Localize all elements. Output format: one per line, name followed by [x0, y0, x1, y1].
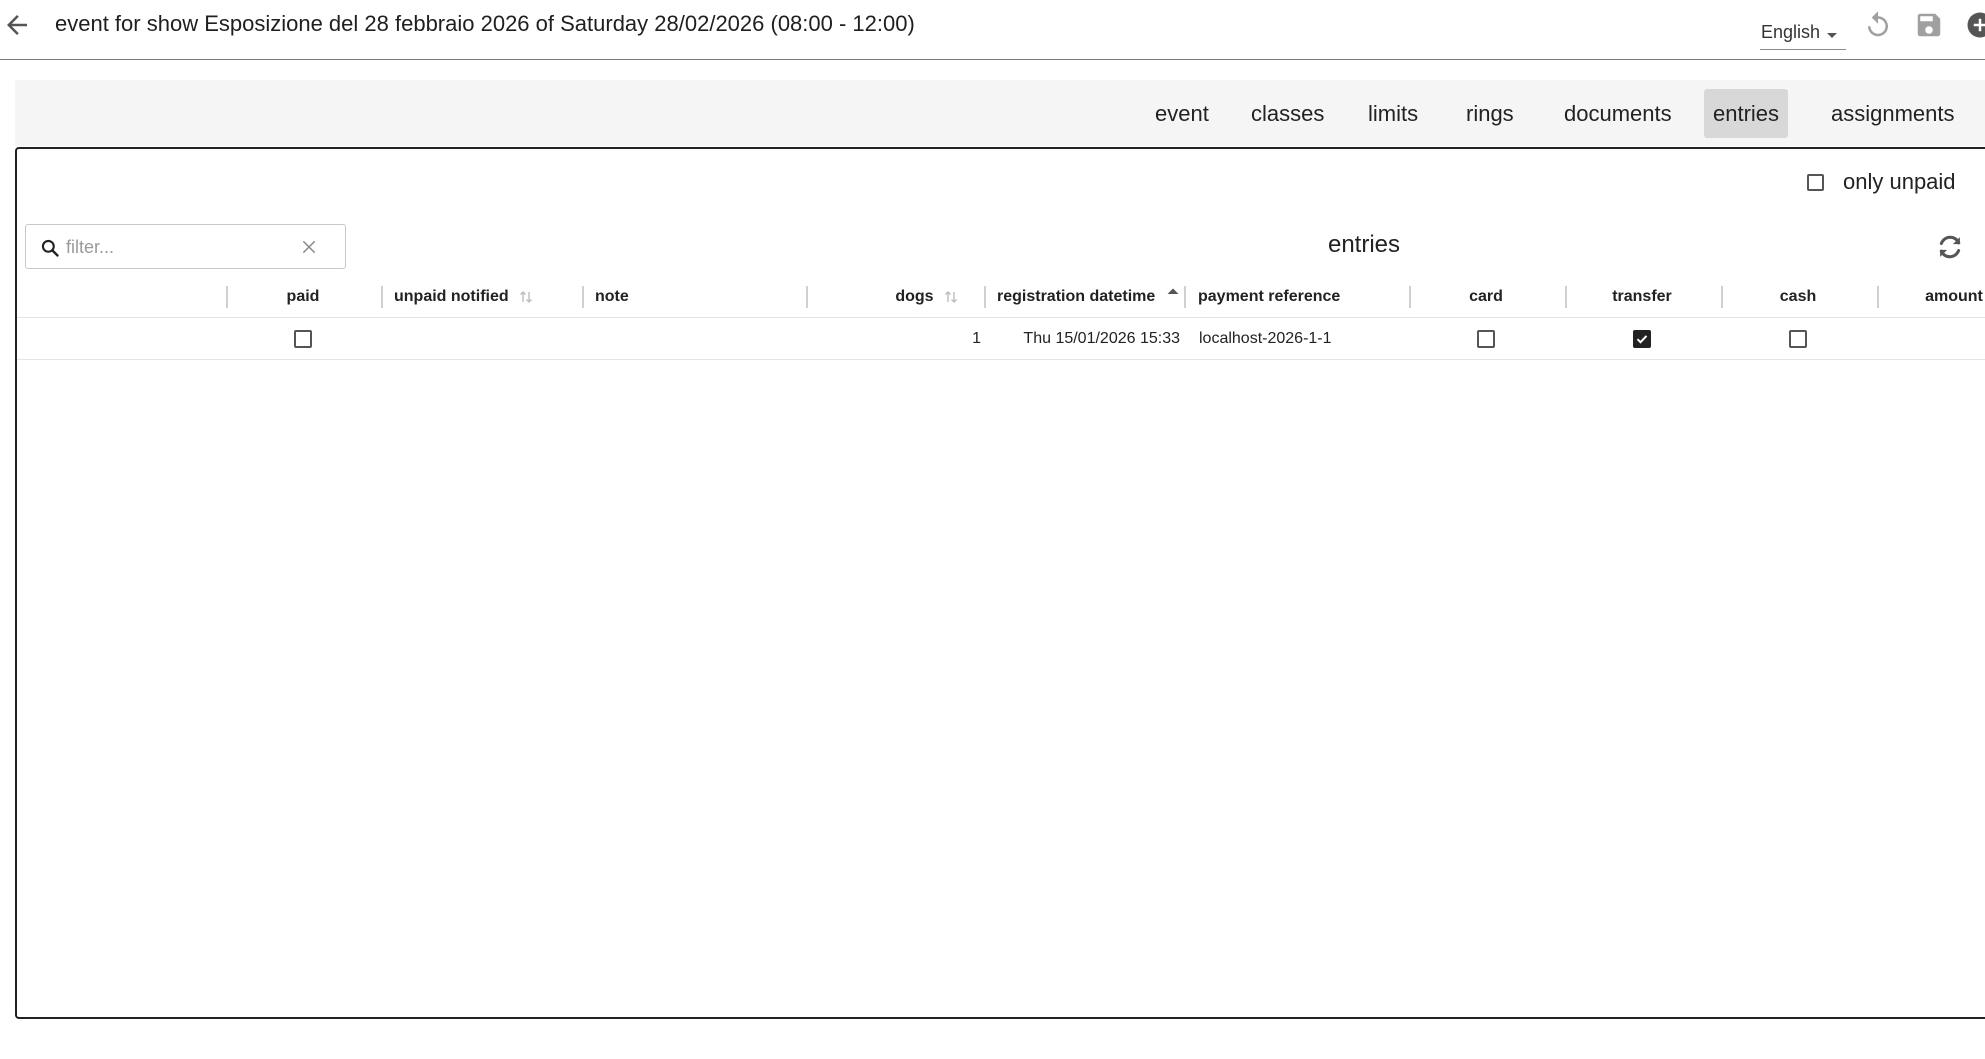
checkmark-icon: [1636, 334, 1648, 344]
column-header-card[interactable]: card: [1411, 278, 1561, 316]
table-row[interactable]: 1 Thu 15/01/2026 15:33 localhost-2026-1-…: [17, 320, 1985, 360]
add-circle-icon: [1967, 12, 1985, 38]
column-separator[interactable]: [582, 286, 584, 308]
cell-transfer: [1567, 320, 1717, 358]
tab-classes[interactable]: classes: [1242, 89, 1333, 138]
table-header: paid unpaid notified note dogs registrat…: [17, 278, 1985, 318]
column-header-label: note: [595, 288, 629, 305]
column-header-label: card: [1469, 288, 1503, 305]
column-header-label: registration datetime: [997, 288, 1156, 305]
filter-field[interactable]: [25, 224, 346, 269]
back-button[interactable]: [2, 10, 32, 40]
tab-documents[interactable]: documents: [1555, 89, 1681, 138]
cell-cash: [1723, 320, 1873, 358]
search-icon: [41, 239, 59, 257]
column-separator[interactable]: [1184, 286, 1186, 308]
sort-icon[interactable]: [944, 289, 958, 305]
column-header-dogs[interactable]: dogs: [808, 278, 958, 316]
cell-registration-datetime: Thu 15/01/2026 15:33: [1023, 330, 1180, 347]
only-unpaid-label: only unpaid: [1843, 169, 1956, 194]
tab-assignments[interactable]: assignments: [1822, 89, 1964, 138]
column-header-label: amount: [1925, 288, 1983, 305]
column-header-transfer[interactable]: transfer: [1567, 278, 1717, 316]
add-button[interactable]: [1965, 10, 1985, 40]
filter-input[interactable]: [64, 233, 298, 261]
cell-dogs: 1: [972, 330, 981, 347]
column-separator[interactable]: [984, 286, 986, 308]
grid-title: entries: [1327, 231, 1401, 258]
language-select[interactable]: English: [1760, 20, 1846, 50]
column-header-unpaid-notified[interactable]: unpaid notified: [394, 278, 533, 316]
column-header-amount[interactable]: amount: [1879, 278, 1985, 316]
undo-icon: [1868, 11, 1888, 37]
column-header-paid[interactable]: paid: [228, 278, 378, 316]
column-header-payment-reference[interactable]: payment reference: [1198, 278, 1340, 316]
cash-checkbox[interactable]: [1789, 329, 1807, 348]
column-header-label: cash: [1779, 288, 1817, 305]
column-header-registration-datetime[interactable]: registration datetime: [997, 278, 1180, 316]
cell-amount: [1879, 320, 1985, 358]
cell-card: [1411, 320, 1561, 358]
sort-ascending-icon[interactable]: [1166, 285, 1180, 301]
column-header-note[interactable]: note: [595, 278, 629, 316]
card-checkbox[interactable]: [1477, 329, 1495, 348]
paid-checkbox[interactable]: [294, 329, 312, 348]
column-header-cash[interactable]: cash: [1723, 278, 1873, 316]
tab-event[interactable]: event: [1146, 89, 1218, 138]
transfer-checkbox[interactable]: [1633, 329, 1651, 348]
top-bar: event for show Esposizione del 28 febbra…: [0, 0, 1985, 60]
sort-icon[interactable]: [519, 289, 533, 305]
tabs-bar: event classes limits rings documents ent…: [15, 80, 1985, 146]
close-icon[interactable]: [300, 238, 318, 256]
save-button[interactable]: [1914, 10, 1944, 40]
tab-entries[interactable]: entries: [1704, 89, 1789, 138]
chevron-down-icon: [1827, 33, 1837, 38]
column-header-label: paid: [286, 288, 320, 305]
column-separator[interactable]: [381, 286, 383, 308]
language-value: English: [1761, 22, 1821, 42]
column-header-label: payment reference: [1198, 288, 1341, 305]
cell-payment-reference: localhost-2026-1-1: [1199, 330, 1332, 347]
undo-button[interactable]: [1863, 10, 1893, 40]
refresh-icon[interactable]: [1936, 233, 1964, 261]
page-title: event for show Esposizione del 28 febbra…: [55, 11, 915, 36]
tab-limits[interactable]: limits: [1359, 89, 1427, 138]
only-unpaid-checkbox[interactable]: [1807, 174, 1824, 191]
column-header-label: unpaid notified: [394, 288, 509, 305]
column-header-label: dogs: [895, 288, 934, 305]
save-icon: [1917, 13, 1941, 37]
column-header-label: transfer: [1612, 288, 1672, 305]
cell-paid: [228, 320, 378, 358]
arrow-back-icon: [7, 15, 27, 35]
tab-rings[interactable]: rings: [1457, 89, 1523, 138]
